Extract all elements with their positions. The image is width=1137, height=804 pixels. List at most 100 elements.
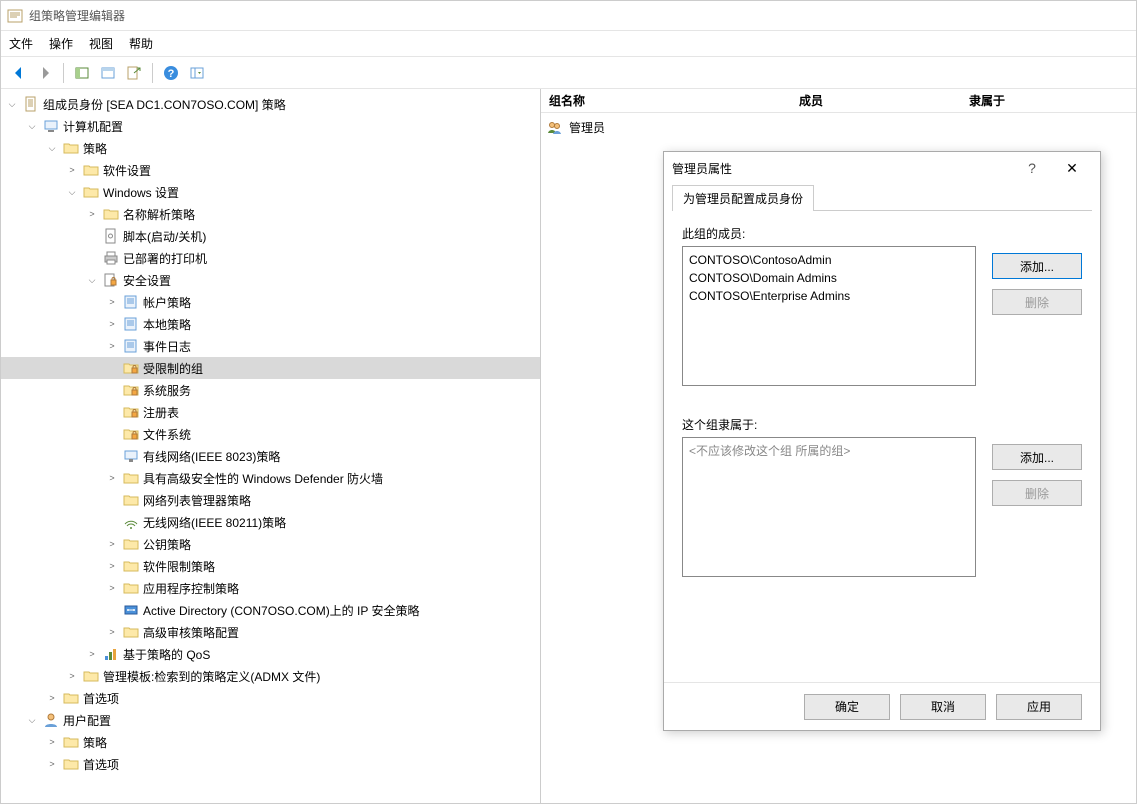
tree-printers[interactable]: 已部署的打印机 <box>1 247 540 269</box>
tree-windows-settings[interactable]: ⌵Windows 设置 <box>1 181 540 203</box>
tree-wireless-network[interactable]: 无线网络(IEEE 80211)策略 <box>1 511 540 533</box>
memberof-placeholder: <不应该修改这个组 所属的组> <box>689 442 969 460</box>
expand-icon[interactable]: > <box>105 559 119 573</box>
member-item[interactable]: CONTOSO\Domain Admins <box>689 269 969 287</box>
menu-file[interactable]: 文件 <box>9 35 33 52</box>
app-window: 组策略管理编辑器 文件 操作 视图 帮助 ? ⌵组成员身份 [SEA DC1.C… <box>0 0 1137 804</box>
collapse-icon[interactable]: ⌵ <box>25 119 39 133</box>
expand-icon[interactable]: > <box>105 537 119 551</box>
tree-node-label: 安全设置 <box>123 272 175 289</box>
tree-account-policy[interactable]: >帐户策略 <box>1 291 540 313</box>
tree-node-icon <box>63 690 79 706</box>
expand-icon[interactable]: > <box>105 471 119 485</box>
dialog-close-button[interactable]: ✕ <box>1052 160 1092 177</box>
dialog-help-button[interactable]: ? <box>1012 160 1052 176</box>
tree-app-control[interactable]: >应用程序控制策略 <box>1 577 540 599</box>
tree-node-icon <box>123 492 139 508</box>
tree-pane[interactable]: ⌵组成员身份 [SEA DC1.CON7OSO.COM] 策略⌵计算机配置⌵策略… <box>1 89 541 803</box>
col-group-name[interactable]: 组名称 <box>541 92 791 109</box>
list-row[interactable]: 管理员 <box>547 117 1130 137</box>
collapse-icon[interactable]: ⌵ <box>45 141 59 155</box>
tree-name-resolution[interactable]: >名称解析策略 <box>1 203 540 225</box>
menu-action[interactable]: 操作 <box>49 35 73 52</box>
col-members[interactable]: 成员 <box>791 92 961 109</box>
menu-view[interactable]: 视图 <box>89 35 113 52</box>
collapse-icon[interactable]: ⌵ <box>85 273 99 287</box>
dialog-tab-configure[interactable]: 为管理员配置成员身份 <box>672 185 814 211</box>
collapse-icon[interactable]: ⌵ <box>65 185 79 199</box>
remove-memberof-button[interactable]: 删除 <box>992 480 1082 506</box>
options-button[interactable] <box>96 61 120 85</box>
tree-restricted-groups[interactable]: 受限制的组 <box>1 357 540 379</box>
members-listbox[interactable]: CONTOSO\ContosoAdminCONTOSO\Domain Admin… <box>682 246 976 386</box>
tree-policy[interactable]: ⌵策略 <box>1 137 540 159</box>
tree-software-restriction[interactable]: >软件限制策略 <box>1 555 540 577</box>
expand-icon[interactable]: > <box>45 691 59 705</box>
menu-help[interactable]: 帮助 <box>129 35 153 52</box>
tree-node-icon <box>123 382 139 398</box>
forward-button[interactable] <box>33 61 57 85</box>
add-memberof-button[interactable]: 添加... <box>992 444 1082 470</box>
memberof-label: 这个组隶属于: <box>682 416 976 433</box>
tree-admin-templates[interactable]: >管理模板:检索到的策略定义(ADMX 文件) <box>1 665 540 687</box>
tree-defender[interactable]: >具有高级安全性的 Windows Defender 防火墙 <box>1 467 540 489</box>
tree-ipsec[interactable]: Active Directory (CON7OSO.COM)上的 IP 安全策略 <box>1 599 540 621</box>
expand-icon[interactable]: > <box>45 757 59 771</box>
expand-icon[interactable]: > <box>65 163 79 177</box>
expand-icon[interactable]: > <box>105 625 119 639</box>
apply-button[interactable]: 应用 <box>996 694 1082 720</box>
expand-icon[interactable]: > <box>85 647 99 661</box>
back-button[interactable] <box>7 61 31 85</box>
col-memberof[interactable]: 隶属于 <box>961 92 1136 109</box>
expander-spacer <box>105 603 119 617</box>
memberof-listbox[interactable]: <不应该修改这个组 所属的组> <box>682 437 976 577</box>
tree-node-icon <box>103 250 119 266</box>
tree-node-icon <box>123 448 139 464</box>
tree-advanced-audit[interactable]: >高级审核策略配置 <box>1 621 540 643</box>
tree-user-config[interactable]: ⌵用户配置 <box>1 709 540 731</box>
tree-scripts[interactable]: 脚本(启动/关机) <box>1 225 540 247</box>
tree-root-node[interactable]: ⌵组成员身份 [SEA DC1.CON7OSO.COM] 策略 <box>1 93 540 115</box>
tree-user-preferences[interactable]: > 首选项 <box>1 753 540 775</box>
collapse-icon[interactable]: ⌵ <box>5 97 19 111</box>
tree-node-label: 首选项 <box>83 756 123 773</box>
member-item[interactable]: CONTOSO\Enterprise Admins <box>689 287 969 305</box>
show-hide-tree-button[interactable] <box>70 61 94 85</box>
tree-file-system[interactable]: 文件系统 <box>1 423 540 445</box>
expand-icon[interactable]: > <box>105 339 119 353</box>
tree-system-services[interactable]: 系统服务 <box>1 379 540 401</box>
export-button[interactable] <box>122 61 146 85</box>
tree-local-policy[interactable]: >本地策略 <box>1 313 540 335</box>
tree-node-icon <box>23 96 39 112</box>
expand-icon[interactable]: > <box>105 295 119 309</box>
tree-wired-network[interactable]: 有线网络(IEEE 8023)策略 <box>1 445 540 467</box>
member-item[interactable]: CONTOSO\ContosoAdmin <box>689 251 969 269</box>
tree-network-list[interactable]: 网络列表管理器策略 <box>1 489 540 511</box>
tree-public-key[interactable]: >公钥策略 <box>1 533 540 555</box>
expand-icon[interactable]: > <box>105 317 119 331</box>
expander-spacer <box>105 493 119 507</box>
help-button[interactable]: ? <box>159 61 183 85</box>
tree-security-settings[interactable]: ⌵ 安全设置 <box>1 269 540 291</box>
remove-member-button[interactable]: 删除 <box>992 289 1082 315</box>
collapse-icon[interactable]: ⌵ <box>25 713 39 727</box>
expand-icon[interactable]: > <box>45 735 59 749</box>
list-body[interactable]: 管理员 <box>541 113 1136 141</box>
tree-preferences[interactable]: > 首选项 <box>1 687 540 709</box>
tree-qos[interactable]: >基于策略的 QoS <box>1 643 540 665</box>
expand-icon[interactable]: > <box>85 207 99 221</box>
tree-registry[interactable]: 注册表 <box>1 401 540 423</box>
ok-button[interactable]: 确定 <box>804 694 890 720</box>
dialog-titlebar[interactable]: 管理员属性 ? ✕ <box>664 152 1100 184</box>
cancel-button[interactable]: 取消 <box>900 694 986 720</box>
add-member-button[interactable]: 添加... <box>992 253 1082 279</box>
expand-icon[interactable]: > <box>105 581 119 595</box>
tree-computer-config[interactable]: ⌵计算机配置 <box>1 115 540 137</box>
tree-node-label: 首选项 <box>83 690 123 707</box>
tree-software-settings[interactable]: >软件设置 <box>1 159 540 181</box>
tree-event-log[interactable]: >事件日志 <box>1 335 540 357</box>
expand-icon[interactable]: > <box>65 669 79 683</box>
members-label: 此组的成员: <box>682 225 976 242</box>
tree-user-policy[interactable]: >策略 <box>1 731 540 753</box>
filter-button[interactable] <box>185 61 209 85</box>
